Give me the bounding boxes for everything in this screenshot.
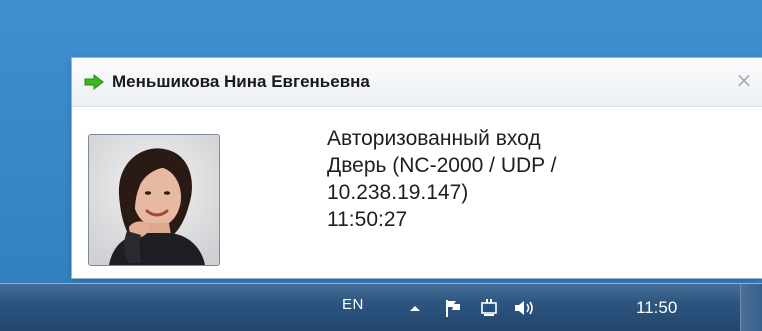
notification-title: Меньшикова Нина Евгеньевна (112, 72, 370, 91)
show-desktop-button[interactable] (740, 284, 762, 331)
ip-address-text: 10.238.19.147) (327, 181, 469, 204)
green-arrow-right-icon (84, 73, 104, 91)
clock[interactable]: 11:50 (636, 298, 677, 318)
taskbar: EN 11:50 (0, 283, 762, 331)
event-time-text: 11:50:27 (327, 208, 408, 231)
notification-popup[interactable]: Меньшикова Нина Евгеньевна × Авторизован… (72, 58, 762, 278)
action-center-flag-icon[interactable] (443, 298, 465, 318)
language-indicator[interactable]: EN (342, 296, 364, 313)
avatar (88, 134, 220, 266)
notification-details: Авторизованный вход Дверь (NC-2000 / UDP… (327, 125, 747, 233)
door-text: Дверь (NC-2000 / UDP / (327, 154, 557, 177)
close-icon[interactable]: × (734, 70, 754, 90)
network-icon[interactable] (478, 298, 500, 318)
show-hidden-icons-icon[interactable] (404, 298, 426, 318)
volume-icon[interactable] (512, 298, 534, 318)
event-type-text: Авторизованный вход (327, 127, 541, 150)
notification-body: Авторизованный вход Дверь (NC-2000 / UDP… (72, 107, 762, 278)
notification-header: Меньшикова Нина Евгеньевна × (72, 58, 762, 107)
